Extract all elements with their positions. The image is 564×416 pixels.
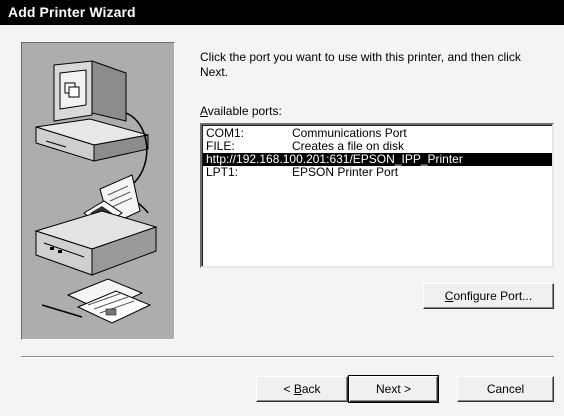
port-name: LPT1: (206, 165, 239, 179)
port-description: EPSON Printer Port (292, 165, 399, 179)
back-prefix: < (283, 382, 294, 396)
instruction-text: Click the port you want to use with this… (200, 50, 521, 79)
wizard-illustration-graphic (34, 60, 158, 324)
wizard-illustration (21, 42, 175, 340)
next-button[interactable]: Next > (348, 375, 439, 403)
window-title: Add Printer Wizard (8, 4, 136, 20)
documents-icon (41, 278, 152, 324)
separator-line (21, 356, 554, 358)
cancel-button[interactable]: Cancel (457, 376, 554, 402)
title-bar[interactable]: Add Printer Wizard (0, 0, 564, 25)
printer-icon (34, 174, 158, 276)
configure-port-button[interactable]: Configure Port... (423, 283, 554, 309)
configure-port-label: onfigure Port... (453, 289, 533, 303)
add-printer-wizard-window: Add Printer Wizard Click the port you wa… (0, 0, 564, 416)
back-label: ack (301, 382, 321, 396)
available-ports-label-text: vailable ports: (207, 104, 282, 118)
back-accel: B (293, 382, 302, 396)
back-button[interactable]: < Back (256, 376, 348, 402)
ports-listbox[interactable]: COM1: Communications Port FILE: Creates … (200, 123, 554, 268)
available-ports-label: Available ports: (200, 104, 282, 118)
port-row-lpt1[interactable]: LPT1: EPSON Printer Port (203, 166, 552, 179)
available-ports-accel: A (200, 104, 208, 118)
